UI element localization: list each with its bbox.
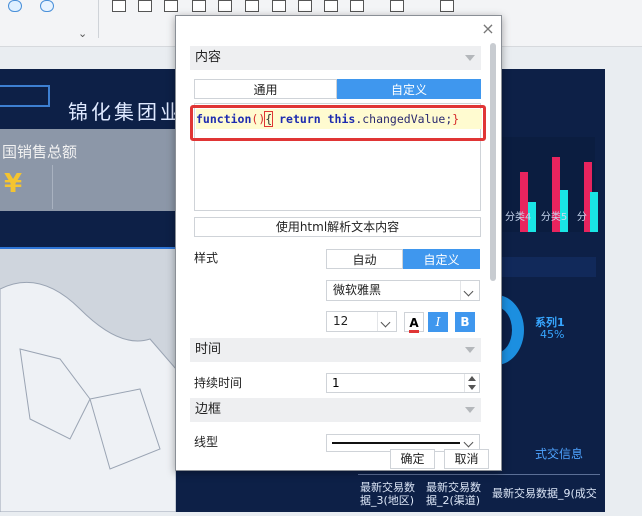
currency-icon: ¥ (4, 169, 23, 199)
tag-icon[interactable] (350, 0, 364, 12)
table-cell: 最新交易数据_9(成交 (492, 487, 597, 500)
sales-total-label: 国销售总额 (2, 143, 78, 161)
line-type-label: 线型 (194, 435, 219, 449)
textbox-icon[interactable] (164, 0, 178, 12)
chevron-down-icon[interactable]: ⌄ (78, 27, 87, 40)
x-label-2: 分类5 (540, 212, 568, 223)
number-icon[interactable] (272, 0, 286, 12)
chevron-down-icon[interactable] (460, 281, 479, 300)
collapse-arrow-icon[interactable] (465, 347, 475, 353)
toolbar-separator (98, 0, 99, 38)
section-time-header[interactable]: 时间 (190, 338, 481, 362)
style-tab-custom[interactable]: 自定义 (403, 249, 480, 269)
duration-label: 持续时间 (194, 376, 243, 390)
layout-icon[interactable] (440, 0, 454, 12)
x-label-1: 分类4 (505, 212, 532, 223)
html-parse-button[interactable]: 使用html解析文本内容 (194, 217, 481, 237)
duration-stepper[interactable]: 1 (326, 373, 480, 393)
style-label: 样式 (194, 251, 219, 265)
section-time-label: 时间 (195, 342, 222, 357)
stepper-buttons[interactable] (464, 374, 479, 392)
stepper-down-icon[interactable] (468, 385, 476, 390)
table-cell: 最新交易数据_3(地区) (360, 481, 415, 507)
search-icon[interactable] (390, 0, 404, 12)
grid-icon[interactable] (245, 0, 259, 12)
italic-button[interactable]: I (428, 312, 448, 332)
series-percent: 45% (540, 328, 565, 341)
collapse-arrow-icon[interactable] (465, 55, 475, 61)
code-highlight-box (190, 105, 486, 141)
collapse-arrow-icon[interactable] (465, 407, 475, 413)
title-frame-decoration (0, 85, 50, 107)
tab-custom[interactable]: 自定义 (337, 79, 481, 99)
table-row[interactable]: 最新交易数据_3(地区) 最新交易数据_2(渠道) 最新交易数据_9(成交 (358, 474, 600, 513)
line-stroke-preview (332, 442, 460, 444)
trade-info-title: 式交信息 (535, 447, 584, 461)
list-icon[interactable] (218, 0, 232, 12)
dropdown-icon[interactable] (192, 0, 206, 12)
font-color-button[interactable]: A (404, 312, 424, 333)
chart-x-labels: 分类4 分类5 分 (505, 208, 587, 223)
table-cell: 最新交易数据_2(渠道) (426, 481, 481, 507)
dashboard-title: 锦化集团业 (68, 100, 183, 124)
properties-dialog: × 内容 通用 自定义 function(){ return this.chan… (175, 15, 502, 471)
font-family-value: 微软雅黑 (333, 283, 382, 297)
chevron-down-icon[interactable] (377, 312, 396, 331)
section-border-label: 边框 (195, 402, 222, 417)
style-tab-auto[interactable]: 自动 (326, 249, 403, 269)
x-label-3: 分 (576, 212, 587, 223)
china-map[interactable] (0, 249, 177, 513)
ok-button[interactable]: 确定 (390, 449, 435, 469)
tab-general[interactable]: 通用 (194, 79, 337, 99)
close-icon[interactable]: × (480, 21, 496, 37)
font-color-icon: A (409, 316, 419, 333)
bold-button[interactable]: B (455, 312, 475, 332)
toolbar-icon-3[interactable] (66, 0, 80, 12)
section-content-label: 内容 (195, 50, 222, 65)
font-family-select[interactable]: 微软雅黑 (326, 280, 480, 301)
textarea-icon[interactable] (298, 0, 312, 12)
dialog-scrollbar[interactable] (490, 43, 496, 281)
toolbar-icon-1[interactable] (8, 0, 22, 12)
section-border-header[interactable]: 边框 (190, 398, 481, 422)
font-size-select[interactable]: 12 (326, 311, 397, 332)
cancel-button[interactable]: 取消 (444, 449, 489, 469)
label-icon[interactable] (138, 0, 152, 12)
sales-divider (52, 165, 53, 209)
panel-header-strip (493, 257, 596, 277)
duration-value: 1 (332, 376, 340, 390)
font-size-value: 12 (333, 314, 349, 328)
checkbox-icon[interactable] (112, 0, 126, 12)
section-content-header[interactable]: 内容 (190, 46, 481, 70)
tree-icon[interactable] (324, 0, 338, 12)
toolbar-icon-2[interactable] (40, 0, 54, 12)
stepper-up-icon[interactable] (468, 376, 476, 381)
